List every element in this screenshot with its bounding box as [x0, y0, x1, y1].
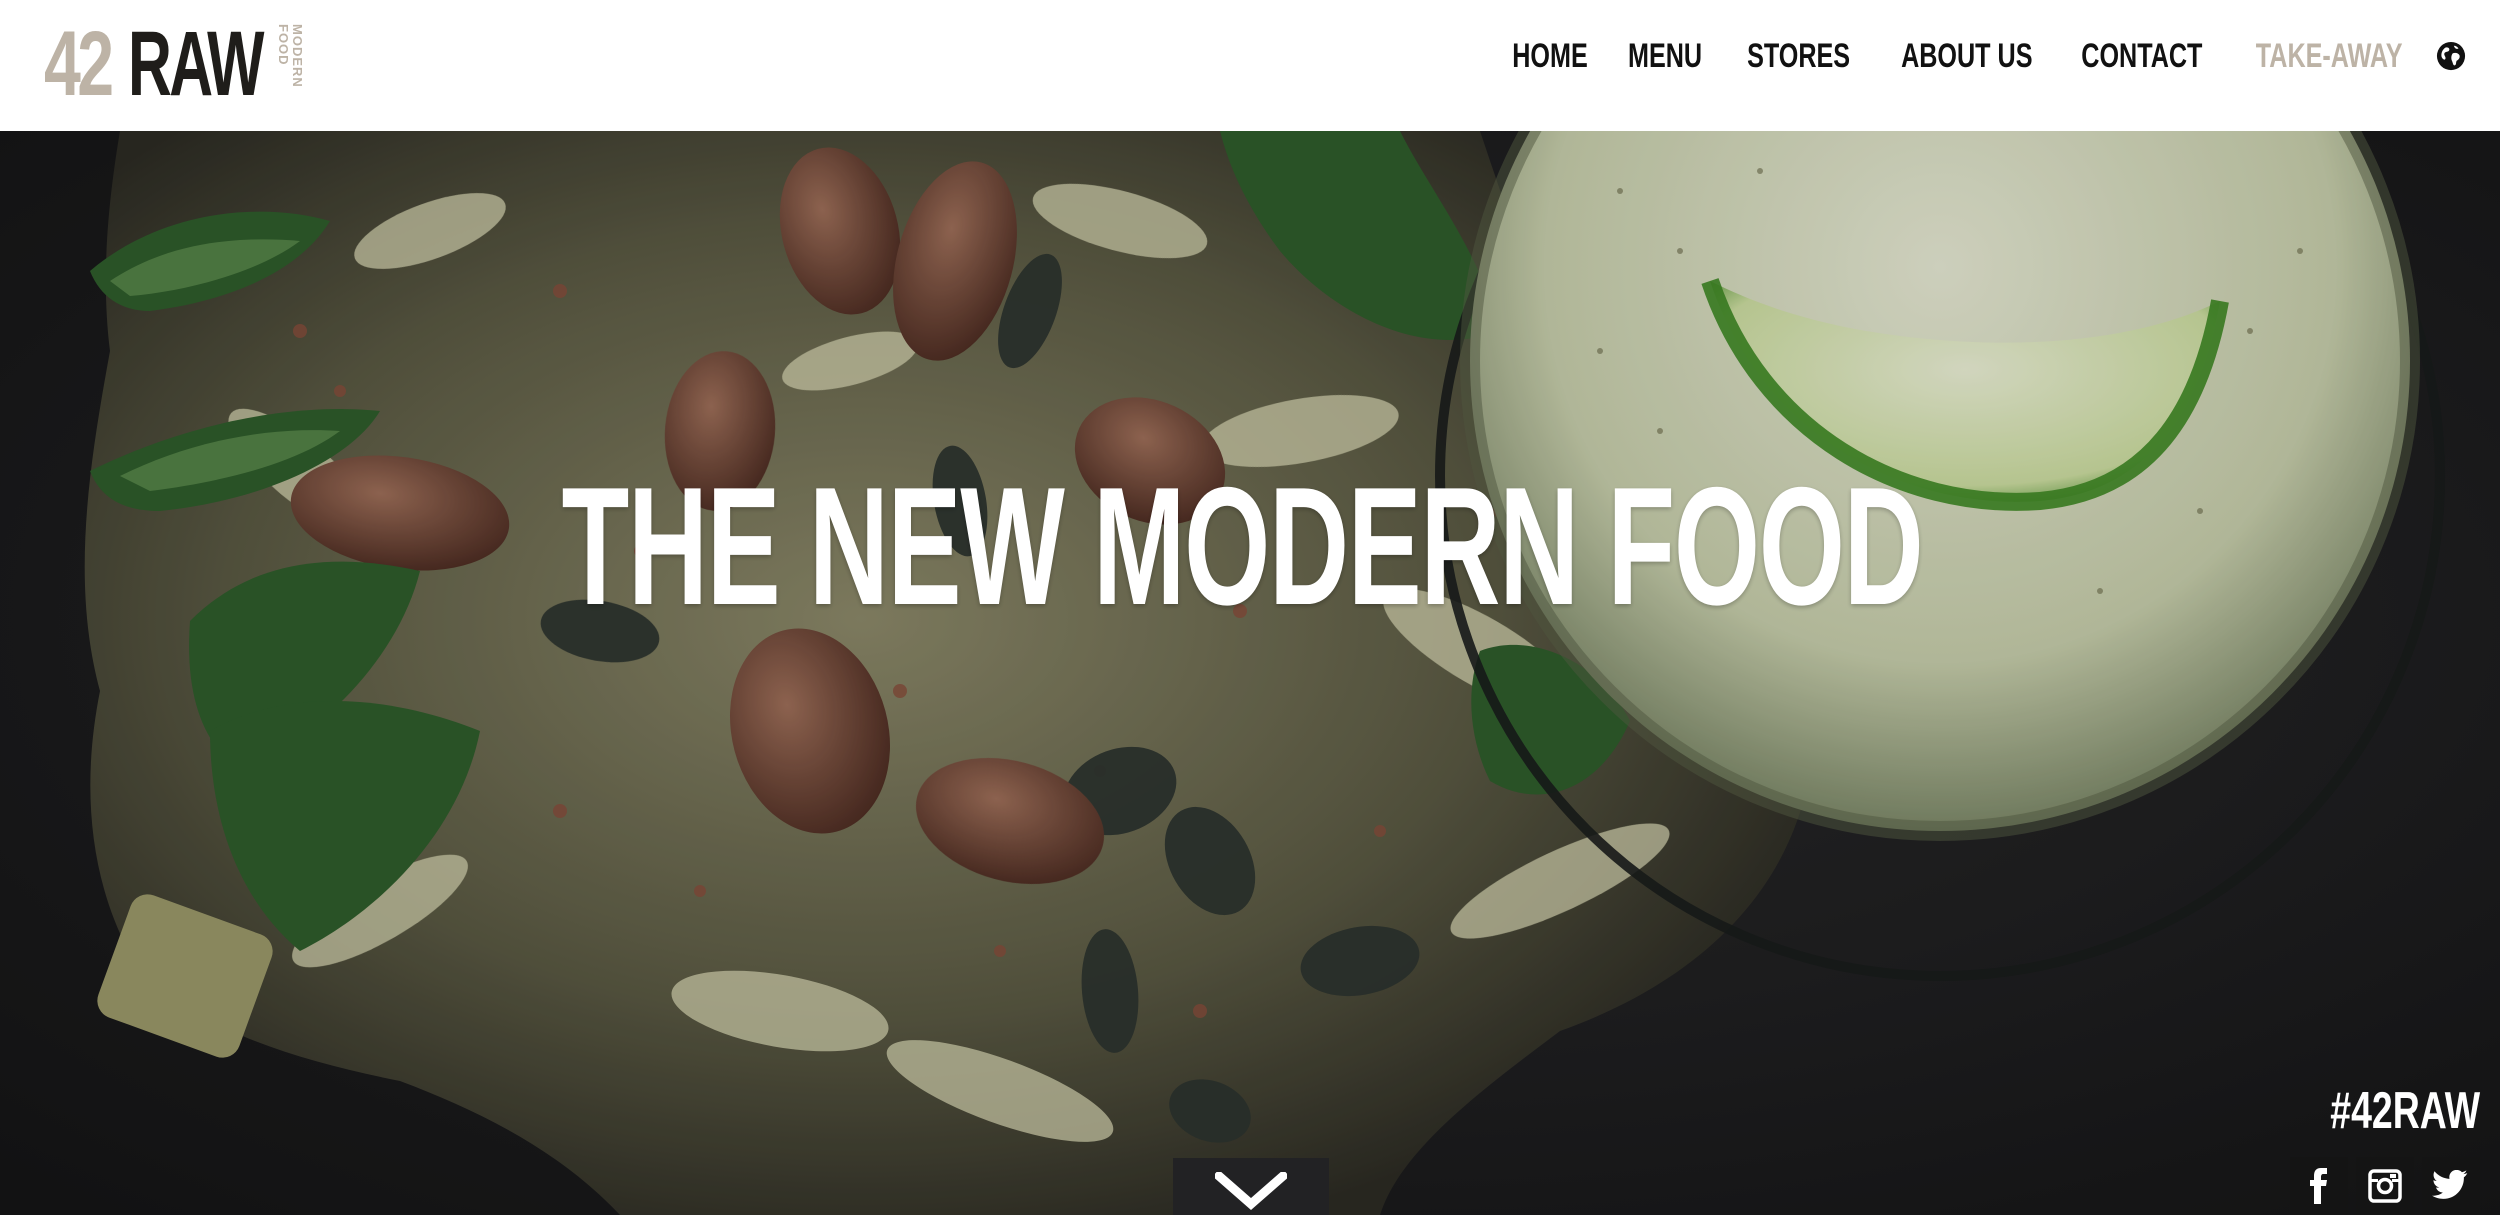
instagram-icon: [2368, 1169, 2402, 1203]
globe-icon[interactable]: [2436, 41, 2466, 71]
twitter-icon: [2432, 1170, 2468, 1199]
nav-item-about-us[interactable]: ABOUT US: [1901, 37, 2032, 76]
logo-word: RAW: [128, 13, 264, 115]
chevron-down-icon: [1215, 1172, 1287, 1210]
logo-number: 42: [44, 13, 114, 115]
nav-item-stores[interactable]: STORES: [1747, 37, 1850, 76]
nav-item-home[interactable]: HOME: [1512, 37, 1587, 76]
hero-image: [0, 131, 2500, 1215]
nav-item-contact[interactable]: CONTACT: [2081, 37, 2202, 76]
instagram-button[interactable]: [2356, 1157, 2414, 1215]
logo-tagline: MODERN FOOD: [276, 24, 305, 88]
hero-title: THE NEW MODERN FOOD: [561, 452, 1924, 640]
logo[interactable]: 42 RAW MODERN FOOD: [44, 13, 305, 115]
hero-section: THE NEW MODERN FOOD #42RAW: [0, 131, 2500, 1215]
nav-item-menu[interactable]: MENU: [1628, 37, 1702, 76]
hashtag: #42RAW: [2330, 1082, 2480, 1140]
social-links: [2290, 1157, 2480, 1215]
facebook-button[interactable]: [2290, 1157, 2348, 1215]
main-nav: HOME MENU STORES ABOUT US CONTACT TAKE-A…: [1505, 34, 2466, 78]
facebook-icon: [2310, 1168, 2327, 1204]
nav-item-take-away[interactable]: TAKE-AWAY: [2255, 37, 2402, 76]
twitter-button[interactable]: [2422, 1157, 2480, 1215]
site-header: 42 RAW MODERN FOOD HOME MENU STORES ABOU…: [0, 0, 2500, 131]
scroll-down-button[interactable]: [1173, 1158, 1329, 1215]
